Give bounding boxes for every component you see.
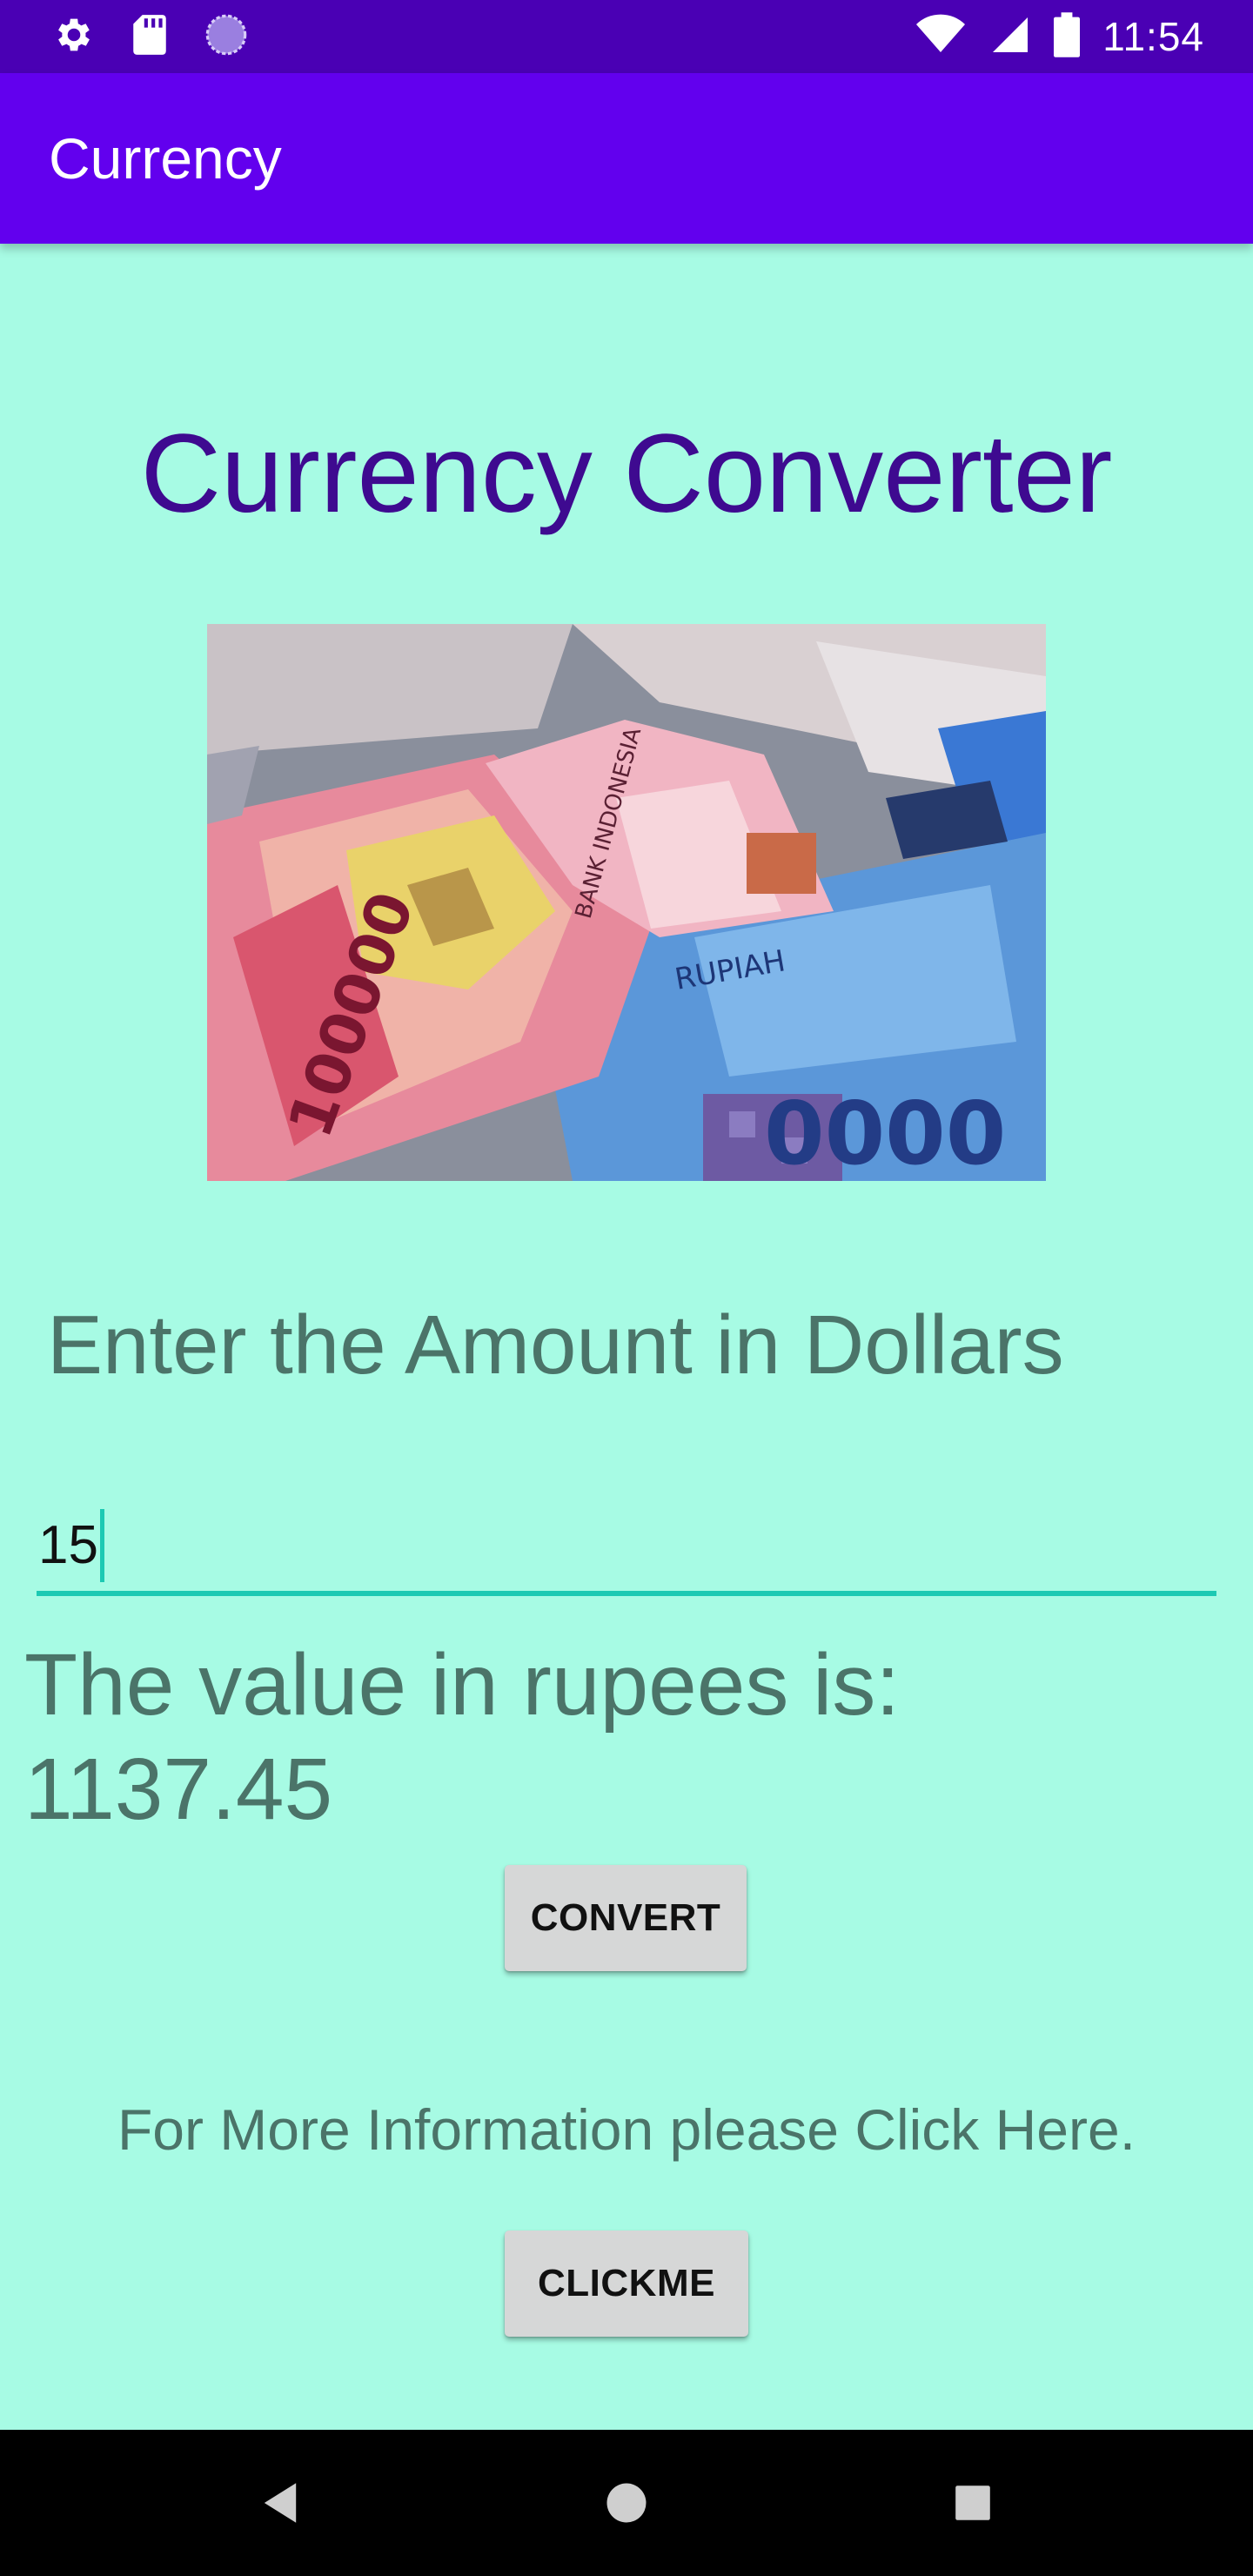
status-left-icons (52, 14, 249, 59)
cell-signal-icon (989, 14, 1031, 60)
text-caret (100, 1509, 104, 1582)
banknotes-photo: 0000 RUPIAH 100000 BANK INDONESIA (207, 624, 1046, 1181)
amount-prompt-label: Enter the Amount in Dollars (47, 1298, 1064, 1392)
sync-circle-icon (204, 12, 249, 62)
home-icon[interactable] (592, 2468, 661, 2538)
battery-icon (1054, 11, 1081, 62)
back-icon[interactable] (245, 2468, 315, 2538)
amount-input[interactable]: 15 (37, 1497, 1216, 1596)
sd-card-icon (131, 13, 169, 61)
conversion-result: The value in rupees is: 1137.45 (24, 1636, 901, 1838)
more-info-text: For More Information please Click Here. (117, 2097, 1136, 2162)
amount-input-value: 15 (38, 1515, 98, 1575)
svg-text:0000: 0000 (764, 1083, 1006, 1181)
wifi-icon (915, 14, 967, 60)
app-bar: Currency (0, 73, 1253, 244)
status-time: 11:54 (1102, 14, 1204, 59)
status-right-icons: 11:54 (915, 10, 1204, 63)
convert-button[interactable]: CONVERT (505, 1865, 747, 1971)
page-title: Currency Converter (140, 412, 1113, 536)
status-bar: 11:54 (0, 0, 1253, 73)
recents-icon[interactable] (938, 2468, 1008, 2538)
clickme-button[interactable]: CLICKME (505, 2231, 748, 2337)
app-title: Currency (49, 126, 282, 191)
navigation-bar (0, 2430, 1253, 2576)
gear-icon (52, 13, 96, 61)
